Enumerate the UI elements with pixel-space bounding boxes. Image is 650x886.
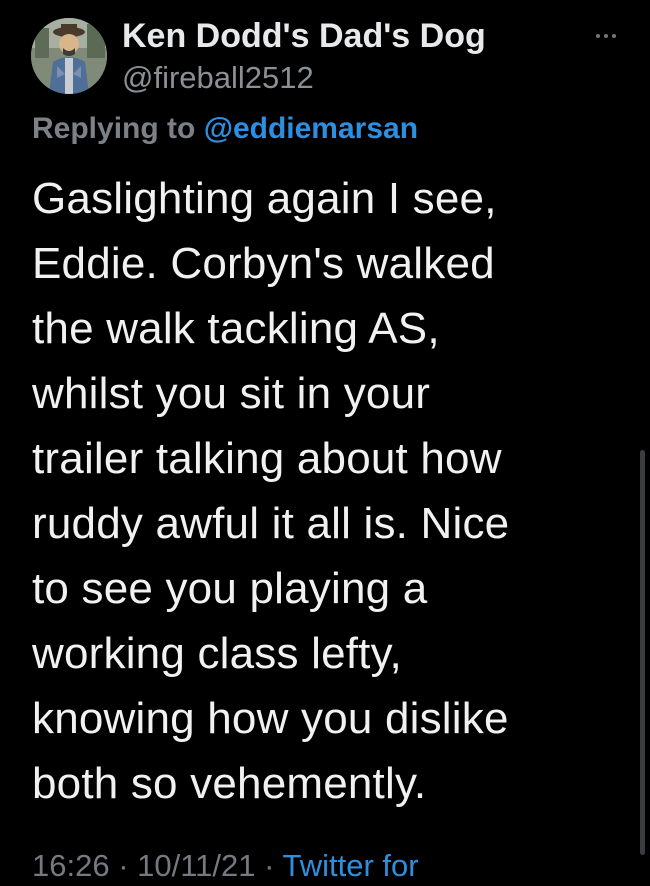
scrollbar[interactable]	[640, 450, 645, 855]
tweet-meta: 16:26 · 10/11/21 · Twitter for	[32, 846, 419, 886]
tweet-text: Gaslighting again I see, Eddie. Corbyn's…	[32, 174, 510, 808]
replying-to-user-link[interactable]: @eddiemarsan	[204, 112, 418, 145]
avatar[interactable]	[31, 18, 107, 94]
user-avatar-photo	[31, 18, 107, 94]
author-display-name[interactable]: Ken Dodd's Dad's Dog	[122, 14, 486, 58]
replying-to-line: Replying to @eddiemarsan	[32, 108, 418, 150]
more-options-button[interactable]	[592, 24, 620, 48]
ellipsis-icon	[596, 34, 616, 38]
replying-to-label: Replying to	[32, 112, 196, 145]
author-handle[interactable]: @fireball2512	[122, 58, 314, 98]
